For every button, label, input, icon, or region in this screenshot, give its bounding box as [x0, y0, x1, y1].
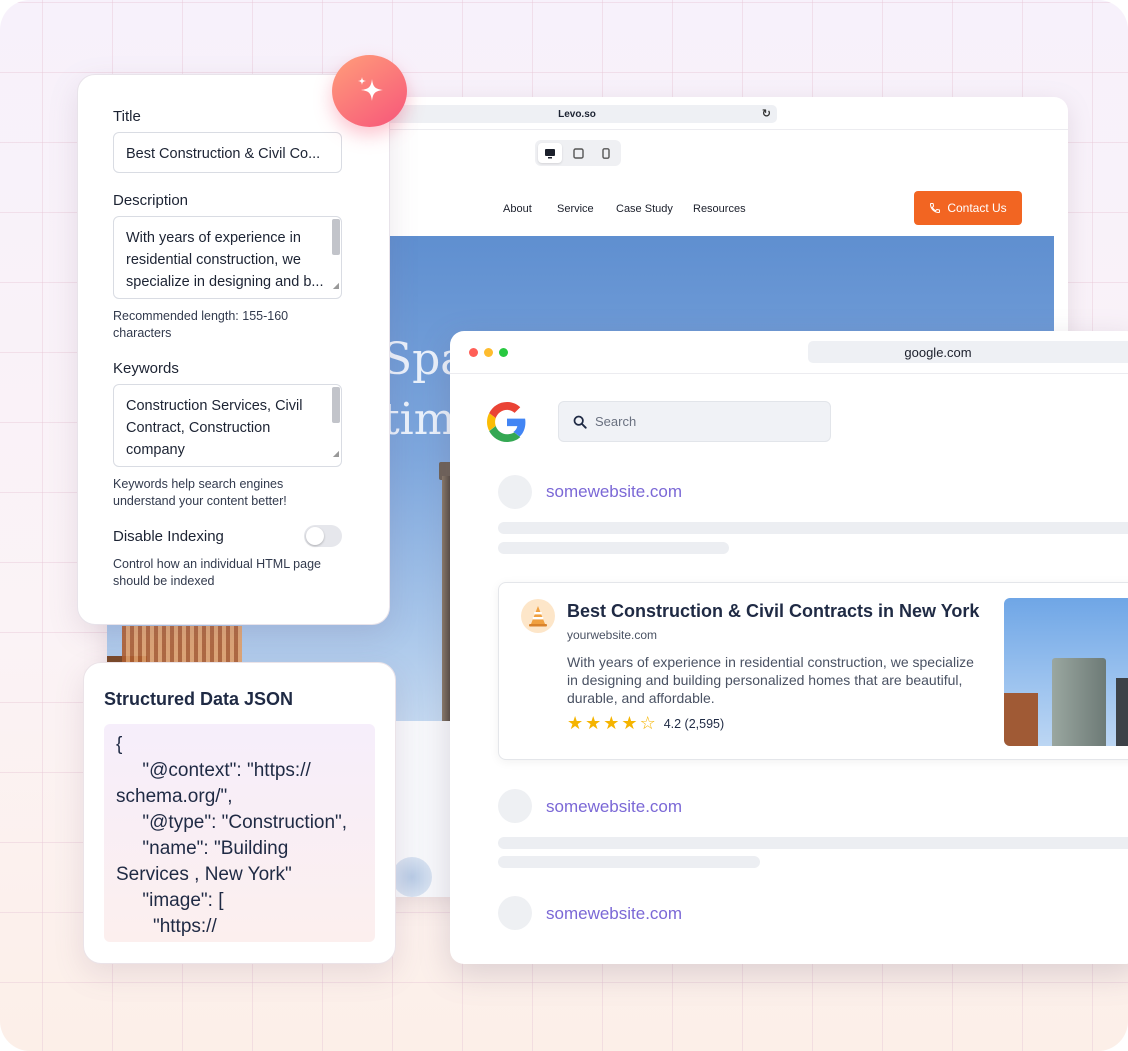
title-input[interactable]: Best Construction & Civil Co...: [113, 132, 342, 173]
star-filled-icon: ★: [621, 713, 638, 733]
scrollbar[interactable]: [332, 219, 340, 255]
website-url-bar[interactable]: Levo.so ↻: [377, 105, 777, 123]
desktop-icon[interactable]: [538, 143, 562, 163]
skeleton-line: [498, 837, 1128, 849]
keywords-value: Construction Services, Civil Contract, C…: [126, 398, 303, 458]
structured-data-title: Structured Data JSON: [104, 689, 294, 709]
hero-heading-line2: tim: [382, 394, 456, 445]
star-filled-icon: ★: [567, 713, 584, 733]
decorative-image: [392, 857, 432, 897]
description-hint: Recommended length: 155-160 characters: [113, 309, 289, 340]
nav-resources[interactable]: Resources: [693, 203, 746, 215]
skeleton-line: [498, 856, 760, 868]
minimize-dot-icon[interactable]: [484, 348, 493, 357]
mobile-icon[interactable]: [594, 143, 618, 163]
favicon-placeholder: [498, 475, 532, 509]
google-url: google.com: [904, 344, 972, 360]
rating-text: 4.2 (2,595): [663, 716, 725, 731]
google-logo-icon: [487, 402, 526, 442]
result-link[interactable]: somewebsite.com: [546, 797, 682, 817]
title-label: Title: [113, 108, 141, 125]
phone-icon: [930, 203, 941, 214]
construction-cone-icon: [521, 599, 555, 633]
structured-data-code[interactable]: { "@context": "https:// schema.org/", "@…: [104, 724, 375, 942]
search-icon: [573, 415, 587, 429]
result-description: With years of experience in residential …: [567, 654, 974, 706]
seo-settings-panel: Title Best Construction & Civil Co... De…: [77, 74, 390, 625]
nav-case-study[interactable]: Case Study: [616, 203, 673, 215]
close-dot-icon[interactable]: [469, 348, 478, 357]
keywords-hint: Keywords help search engines understand …: [113, 477, 287, 508]
description-textarea[interactable]: With years of experience in residential …: [113, 216, 342, 299]
skeleton-line: [498, 522, 1128, 534]
disable-indexing-toggle[interactable]: [304, 525, 342, 547]
result-url: yourwebsite.com: [567, 628, 658, 642]
search-input[interactable]: Search: [558, 401, 831, 442]
device-switcher: [535, 140, 621, 166]
nav-about[interactable]: About: [503, 203, 532, 215]
result-title[interactable]: Best Construction & Civil Contracts in N…: [567, 601, 979, 622]
favicon-placeholder: [498, 896, 532, 930]
sparkle-icon: [357, 77, 383, 101]
result-link[interactable]: somewebsite.com: [546, 904, 682, 924]
skeleton-line: [498, 542, 729, 554]
disable-indexing-label: Disable Indexing: [113, 528, 224, 545]
google-url-bar[interactable]: google.com: [808, 341, 1128, 363]
resize-grip-icon[interactable]: ◢: [333, 443, 339, 465]
rating-stars: ★ ★ ★ ★ ☆ 4.2 (2,595): [567, 713, 724, 734]
structured-data-card: Structured Data JSON { "@context": "http…: [83, 662, 396, 964]
result-link[interactable]: somewebsite.com: [546, 482, 682, 502]
star-filled-icon: ★: [603, 713, 620, 733]
indexing-hint: Control how an individual HTML page shou…: [113, 557, 321, 588]
tablet-icon[interactable]: [566, 143, 590, 163]
keywords-label: Keywords: [113, 360, 179, 377]
maximize-dot-icon[interactable]: [499, 348, 508, 357]
description-value: With years of experience in residential …: [126, 230, 324, 290]
contact-us-button[interactable]: Contact Us: [914, 191, 1022, 225]
favicon-placeholder: [498, 789, 532, 823]
star-filled-icon: ★: [585, 713, 602, 733]
featured-search-result[interactable]: Best Construction & Civil Contracts in N…: [498, 582, 1128, 760]
keywords-textarea[interactable]: Construction Services, Civil Contract, C…: [113, 384, 342, 467]
star-outline-icon: ☆: [639, 713, 656, 733]
ai-sparkle-button[interactable]: [332, 55, 407, 127]
search-placeholder: Search: [595, 414, 637, 429]
description-label: Description: [113, 192, 189, 209]
refresh-icon[interactable]: ↻: [762, 107, 771, 120]
website-url: Levo.so: [558, 108, 596, 120]
result-thumbnail: [1004, 598, 1128, 746]
resize-grip-icon[interactable]: ◢: [333, 275, 339, 297]
nav-service[interactable]: Service: [557, 203, 594, 215]
scrollbar[interactable]: [332, 387, 340, 423]
contact-us-label: Contact Us: [947, 201, 1007, 215]
title-value: Best Construction & Civil Co...: [126, 146, 321, 162]
google-preview-window: google.com Search somewebsite.com Best C…: [450, 331, 1128, 964]
